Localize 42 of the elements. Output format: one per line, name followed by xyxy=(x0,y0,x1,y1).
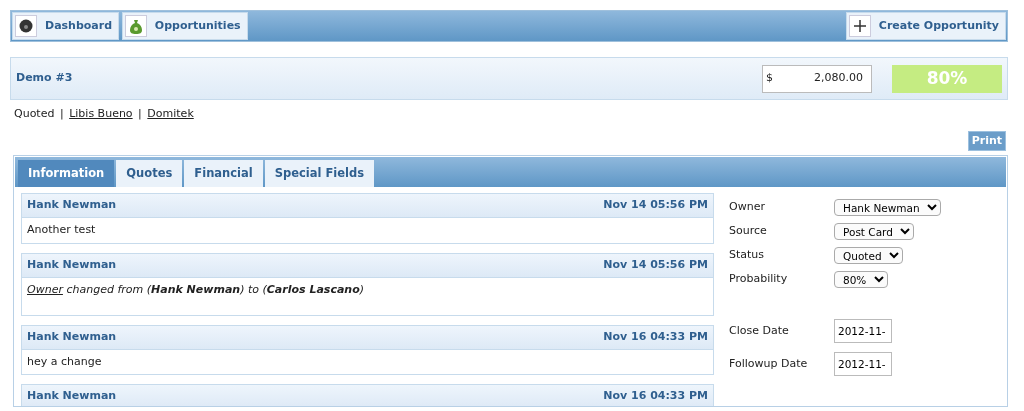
note-time: Nov 14 05:56 PM xyxy=(603,197,708,214)
amount-field[interactable]: $ 2,080.00 xyxy=(762,64,872,93)
note-author: Hank Newman xyxy=(27,328,117,345)
field-label: Status xyxy=(729,247,766,264)
field-label: Followup Date xyxy=(729,355,809,372)
nav-item[interactable]: Dashboard xyxy=(12,12,120,40)
gauge-icon xyxy=(19,19,33,33)
separator: | xyxy=(59,106,64,122)
nav-item[interactable]: Opportunities xyxy=(121,12,248,40)
select-field[interactable]: Post Card xyxy=(834,223,914,240)
select-field[interactable]: 80% xyxy=(834,271,888,288)
note-author: Hank Newman xyxy=(27,256,117,273)
select-field[interactable]: Quoted xyxy=(834,247,903,264)
field-label: Close Date xyxy=(729,322,790,339)
note-author: Hank Newman xyxy=(27,197,117,214)
probability-badge: 80% xyxy=(892,64,1002,93)
note-author: Hank Newman xyxy=(27,388,117,405)
note-time: Nov 16 04:33 PM xyxy=(603,328,708,345)
field-label: Owner xyxy=(729,199,766,216)
tab[interactable]: Financial xyxy=(184,160,263,187)
date-field[interactable]: 2012-11- xyxy=(834,352,892,376)
tab[interactable]: Special Fields xyxy=(264,160,375,187)
field-label: Source xyxy=(729,223,768,240)
note-text: hey a change xyxy=(27,354,102,368)
field-label: Probability xyxy=(729,271,789,288)
create-opportunity-button[interactable]: Create Opportunity xyxy=(845,12,1006,40)
field-link[interactable]: Owner xyxy=(27,282,63,296)
breadcrumb-link[interactable]: Domitek xyxy=(147,106,194,123)
date-field[interactable]: 2012-11- xyxy=(834,319,892,343)
breadcrumb-link[interactable]: Libis Bueno xyxy=(69,106,133,123)
note-time: Nov 14 05:56 PM xyxy=(603,256,708,273)
status-text: Quoted xyxy=(14,106,55,122)
note-time: Nov 16 04:33 PM xyxy=(603,388,708,405)
money-bag-icon xyxy=(129,18,142,34)
tab[interactable]: Information xyxy=(18,160,115,187)
select-field[interactable]: Hank Newman xyxy=(834,199,941,216)
change-note: Owner changed from (Hank Newman) to (Carlos Lascano) xyxy=(27,281,366,298)
record-title: Demo #3 xyxy=(16,70,73,87)
plus-icon xyxy=(852,19,867,33)
separator: | xyxy=(138,106,142,122)
tab[interactable]: Quotes xyxy=(116,160,183,187)
note-text: Another test xyxy=(27,223,96,236)
